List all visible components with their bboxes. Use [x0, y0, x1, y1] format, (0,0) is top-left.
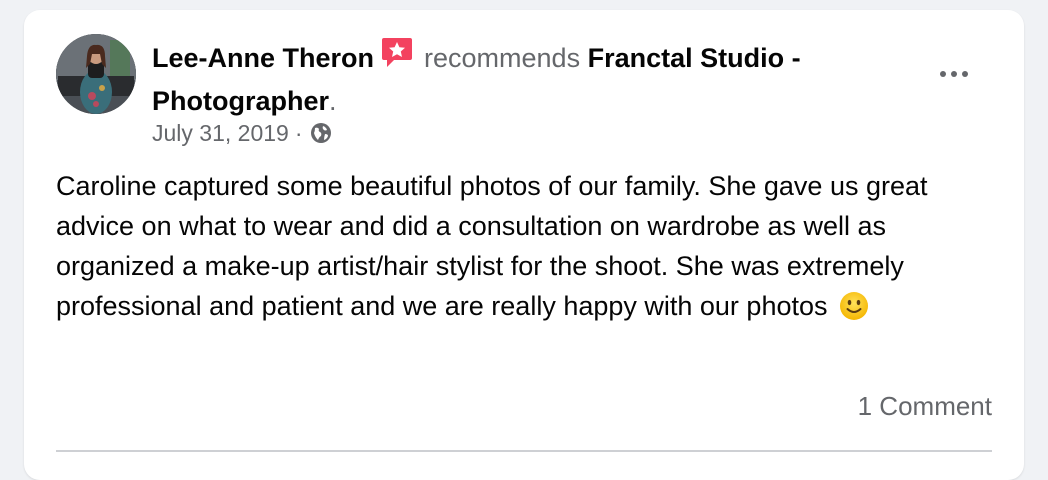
- author-name[interactable]: Lee-Anne Theron: [152, 43, 374, 73]
- more-dot: [940, 71, 946, 77]
- meta-separator: ·: [294, 120, 303, 146]
- post-header: Lee-Anne Theron recommends Franctal Studi…: [152, 36, 912, 121]
- post-date[interactable]: July 31, 2019: [152, 117, 289, 149]
- action-text: recommends: [424, 43, 581, 73]
- review-post-card: Lee-Anne Theron recommends Franctal Studi…: [24, 10, 1024, 480]
- post-text: Caroline captured some beautiful photos …: [56, 171, 928, 321]
- divider: [56, 450, 992, 452]
- globe-icon: [309, 121, 333, 145]
- author-avatar[interactable]: [56, 34, 136, 114]
- comments-count-link[interactable]: 1 Comment: [858, 388, 992, 424]
- post-body: Caroline captured some beautiful photos …: [56, 166, 1006, 332]
- more-options-button[interactable]: [924, 54, 984, 94]
- post-meta: July 31, 2019 ·: [152, 117, 333, 149]
- more-dot: [962, 71, 968, 77]
- slightly-smiling-face-icon: [839, 291, 869, 332]
- more-dot: [951, 71, 957, 77]
- recommend-badge-icon: [380, 36, 414, 81]
- header-period: .: [329, 86, 337, 116]
